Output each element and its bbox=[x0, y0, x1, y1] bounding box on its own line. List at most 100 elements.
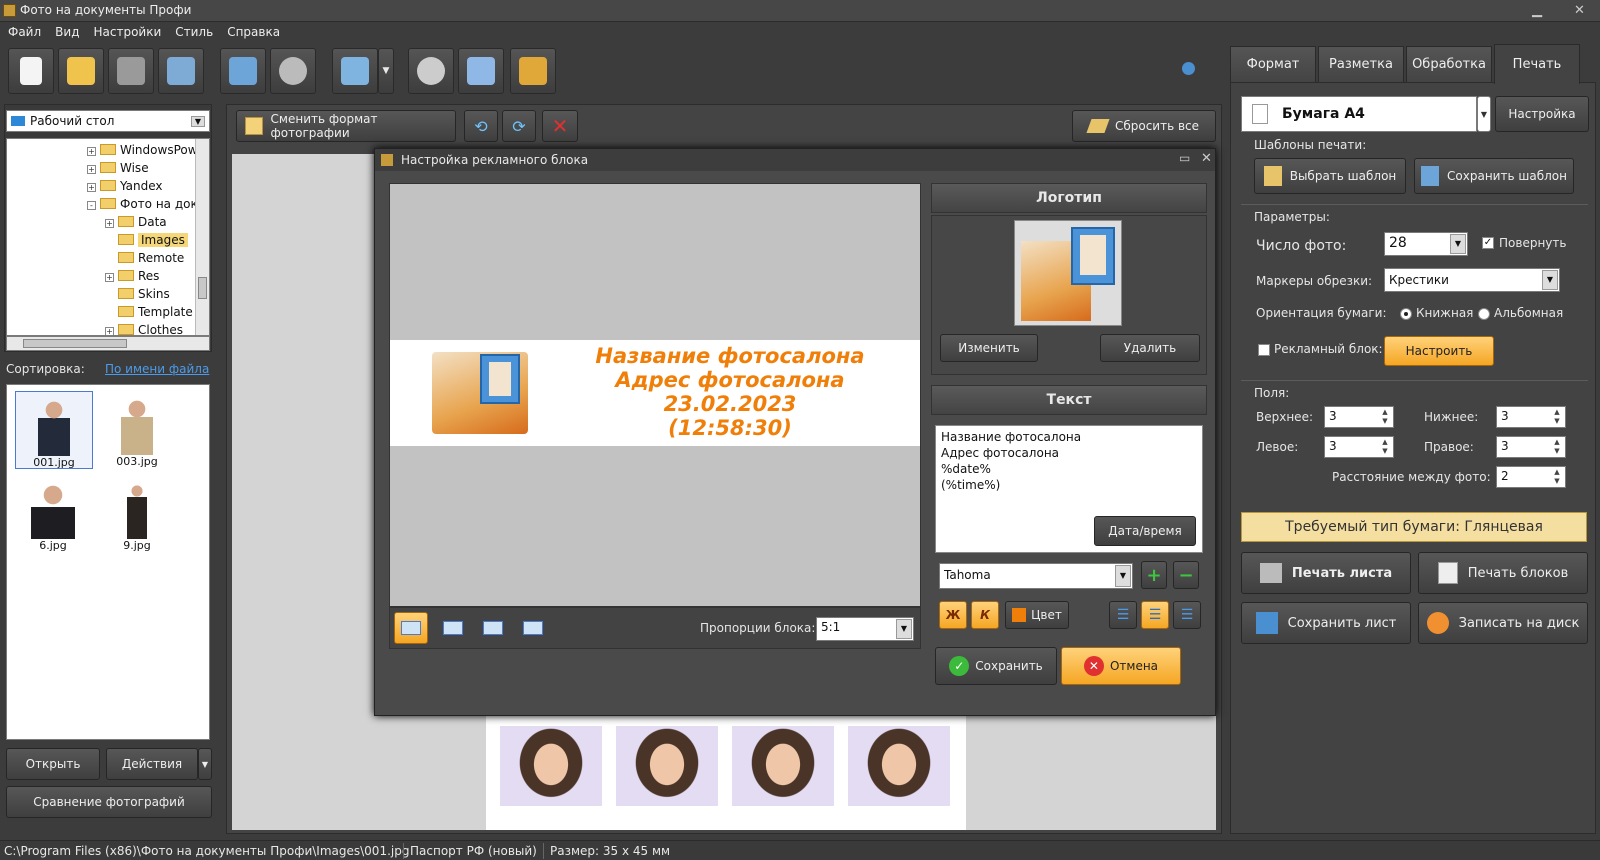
italic-button[interactable]: К bbox=[971, 601, 999, 629]
layout-logo-bottom-button[interactable] bbox=[516, 612, 550, 644]
markers-select[interactable]: Крестики ▼ bbox=[1384, 268, 1560, 292]
tab-layout[interactable]: Разметка bbox=[1318, 46, 1404, 82]
image-editor-dropdown[interactable]: ▼ bbox=[378, 48, 394, 94]
collapse-icon[interactable]: - bbox=[87, 201, 96, 210]
info-icon[interactable] bbox=[1182, 62, 1195, 75]
rotate-right-button[interactable]: ⟳ bbox=[502, 110, 536, 142]
thumbnail-9[interactable]: 9.jpg bbox=[99, 475, 177, 553]
rotate-checkbox[interactable]: ✓ bbox=[1482, 237, 1494, 249]
tree-item[interactable]: Images bbox=[7, 231, 209, 249]
expand-icon[interactable]: + bbox=[87, 147, 96, 156]
expand-icon[interactable]: + bbox=[87, 183, 96, 192]
printer-button[interactable] bbox=[158, 48, 204, 94]
actions-button[interactable]: Действия bbox=[106, 748, 198, 780]
folder-select[interactable]: Рабочий стол ▼ bbox=[6, 110, 210, 132]
tree-item[interactable]: + Wise bbox=[7, 159, 209, 177]
film-reel-button[interactable] bbox=[408, 48, 454, 94]
left-margin-input[interactable]: 3 ▲ ▼ bbox=[1324, 436, 1394, 458]
thumbnail-001[interactable]: 001.jpg bbox=[15, 391, 93, 469]
tree-item[interactable]: Template bbox=[7, 303, 209, 321]
count-select[interactable]: 28 ▼ bbox=[1384, 232, 1468, 256]
close-icon[interactable]: ✕ bbox=[1574, 3, 1585, 18]
close-icon[interactable]: ✕ bbox=[1201, 151, 1212, 166]
print-blocks-button[interactable]: Печать блоков bbox=[1418, 552, 1588, 594]
logo-delete-button[interactable]: Удалить bbox=[1100, 334, 1200, 362]
cart-button[interactable] bbox=[510, 48, 556, 94]
orient-landscape-radio[interactable] bbox=[1478, 308, 1490, 320]
menu-view[interactable]: Вид bbox=[47, 22, 85, 39]
spinner-icon[interactable]: ▲ ▼ bbox=[1378, 438, 1392, 458]
sort-link[interactable]: По имени файла bbox=[105, 362, 209, 376]
menu-file[interactable]: Файл bbox=[0, 22, 47, 39]
spinner-icon[interactable]: ▲ ▼ bbox=[1550, 468, 1564, 488]
person-edit-button[interactable] bbox=[220, 48, 266, 94]
open-folder-button[interactable] bbox=[58, 48, 104, 94]
layout-logo-right-button[interactable] bbox=[436, 612, 470, 644]
tab-format[interactable]: Формат bbox=[1230, 46, 1316, 82]
datetime-button[interactable]: Дата/время bbox=[1094, 516, 1196, 546]
expand-icon[interactable]: + bbox=[105, 327, 114, 335]
font-increase-button[interactable]: + bbox=[1141, 561, 1167, 589]
upload-house-button[interactable] bbox=[458, 48, 504, 94]
tree-item[interactable]: + WindowsPow bbox=[7, 141, 209, 159]
spinner-icon[interactable]: ▲ ▼ bbox=[1550, 408, 1564, 428]
delete-button[interactable]: ✕ bbox=[542, 110, 578, 142]
paper-setup-button[interactable]: Настройка bbox=[1495, 96, 1589, 132]
actions-dropdown[interactable]: ▼ bbox=[198, 748, 212, 780]
layout-logo-left-button[interactable] bbox=[394, 612, 428, 644]
maximize-icon[interactable]: ▭ bbox=[1179, 151, 1190, 165]
menu-settings[interactable]: Настройки bbox=[85, 22, 167, 39]
scanner-button[interactable] bbox=[108, 48, 154, 94]
bold-button[interactable]: Ж bbox=[939, 601, 967, 629]
font-select[interactable]: Tahoma ▼ bbox=[939, 563, 1133, 589]
rotate-left-button[interactable]: ⟲ bbox=[464, 110, 498, 142]
choose-template-button[interactable]: Выбрать шаблон bbox=[1254, 158, 1406, 194]
paper-dropdown[interactable]: ▼ bbox=[1477, 96, 1491, 132]
save-template-button[interactable]: Сохранить шаблон bbox=[1414, 158, 1574, 194]
tree-item[interactable]: - Фото на док bbox=[7, 195, 209, 213]
image-editor-button[interactable] bbox=[332, 48, 378, 94]
tree-item[interactable]: + Clothes bbox=[7, 321, 209, 335]
open-button[interactable]: Открыть bbox=[6, 748, 100, 780]
expand-icon[interactable]: + bbox=[87, 165, 96, 174]
burn-disc-button[interactable]: Записать на диск bbox=[1418, 602, 1588, 644]
font-decrease-button[interactable]: − bbox=[1173, 561, 1199, 589]
align-left-button[interactable]: ☰ bbox=[1109, 601, 1137, 629]
tab-print[interactable]: Печать bbox=[1494, 44, 1580, 84]
top-margin-input[interactable]: 3 ▲ ▼ bbox=[1324, 406, 1394, 428]
color-button[interactable]: Цвет bbox=[1005, 601, 1069, 629]
change-format-button[interactable]: Сменить формат фотографии bbox=[236, 110, 456, 142]
tree-item[interactable]: Remote bbox=[7, 249, 209, 267]
menu-help[interactable]: Справка bbox=[219, 22, 286, 39]
cancel-button[interactable]: ✕ Отмена bbox=[1061, 647, 1181, 685]
align-center-button[interactable]: ☰ bbox=[1141, 601, 1169, 629]
proportion-select[interactable]: 5:1 ▼ bbox=[816, 617, 914, 641]
minimize-icon[interactable]: ▁ bbox=[1532, 3, 1542, 18]
tree-item[interactable]: + Yandex bbox=[7, 177, 209, 195]
save-button[interactable]: ✓ Сохранить bbox=[935, 647, 1057, 685]
thumbnail-003[interactable]: 003.jpg bbox=[99, 391, 177, 469]
layout-logo-top-button[interactable] bbox=[476, 612, 510, 644]
tree-scrollbar[interactable] bbox=[195, 139, 209, 335]
right-margin-input[interactable]: 3 ▲ ▼ bbox=[1496, 436, 1566, 458]
expand-icon[interactable]: + bbox=[105, 219, 114, 228]
paper-select[interactable]: Бумага А4 bbox=[1241, 96, 1477, 132]
logo-change-button[interactable]: Изменить bbox=[940, 334, 1038, 362]
camera-button[interactable] bbox=[270, 48, 316, 94]
ad-block-checkbox[interactable] bbox=[1258, 344, 1270, 356]
thumbnail-6[interactable]: 6.jpg bbox=[15, 475, 93, 553]
save-sheet-button[interactable]: Сохранить лист bbox=[1241, 602, 1411, 644]
ad-block-setup-button[interactable]: Настроить bbox=[1384, 336, 1494, 366]
tab-processing[interactable]: Обработка bbox=[1406, 46, 1492, 82]
spinner-icon[interactable]: ▲ ▼ bbox=[1550, 438, 1564, 458]
align-right-button[interactable]: ☰ bbox=[1173, 601, 1201, 629]
ad-text-area[interactable]: Название фотосалона Адрес фотосалона %da… bbox=[935, 425, 1203, 553]
spacing-input[interactable]: 2 ▲ ▼ bbox=[1496, 466, 1566, 488]
compare-photos-button[interactable]: Сравнение фотографий bbox=[6, 786, 212, 818]
print-sheet-button[interactable]: Печать листа bbox=[1241, 552, 1411, 594]
tree-item[interactable]: Skins bbox=[7, 285, 209, 303]
expand-icon[interactable]: + bbox=[105, 273, 114, 282]
reset-all-button[interactable]: Сбросить все bbox=[1072, 110, 1216, 142]
menu-style[interactable]: Стиль bbox=[167, 22, 219, 39]
tree-item[interactable]: + Data bbox=[7, 213, 209, 231]
